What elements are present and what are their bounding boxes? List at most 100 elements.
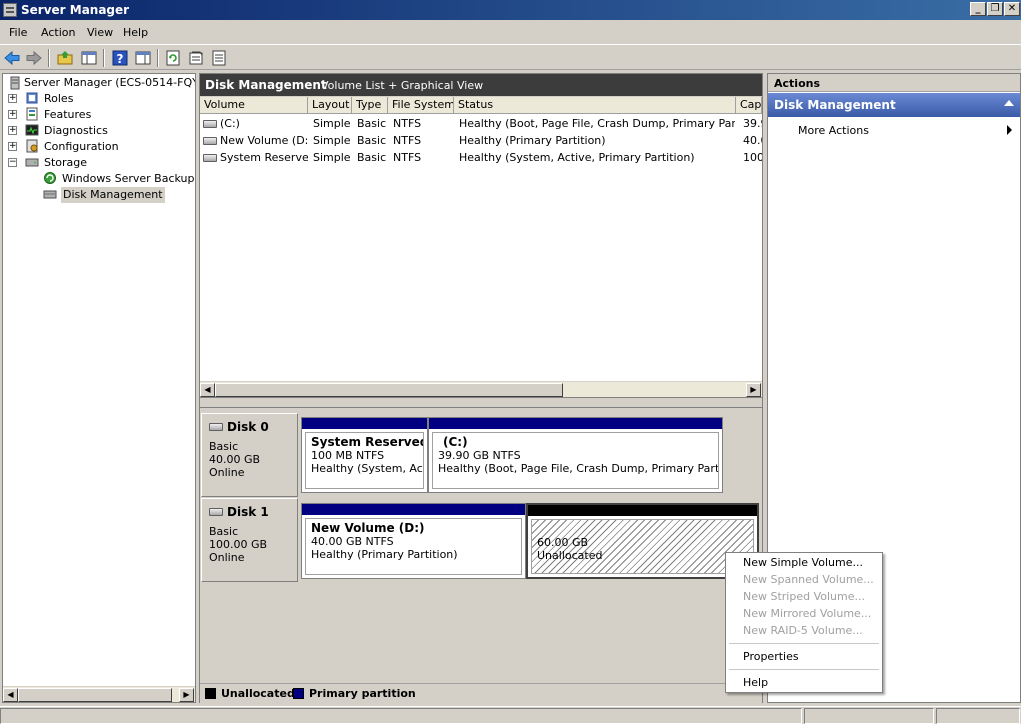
column-header-status[interactable]: Status <box>454 97 736 114</box>
disk-type: Basic <box>209 440 239 453</box>
disk-size: 100.00 GB <box>209 538 268 551</box>
scroll-thumb[interactable] <box>18 688 172 702</box>
graphical-disk-view: Disk 0 Basic 40.00 GB Online System Rese… <box>200 407 762 683</box>
tree-item-configuration[interactable]: Configuration <box>44 139 119 155</box>
properties-icon[interactable] <box>187 49 205 67</box>
scroll-thumb[interactable] <box>215 383 563 397</box>
column-header-file-system[interactable]: File System <box>388 97 454 114</box>
partition-status: Healthy (Primary Partition) <box>311 548 458 561</box>
volume-name: System Reserved <box>220 151 308 164</box>
tree-item-storage[interactable]: Storage <box>44 155 87 171</box>
disk-state: Online <box>209 551 245 564</box>
volume-list: Volume Layout Type File System Status Ca… <box>200 97 762 398</box>
menu-item-new-raid5-volume: New RAID-5 Volume... <box>743 624 863 637</box>
legend-label-unallocated: Unallocated <box>221 687 295 700</box>
restore-button[interactable]: ❐ <box>987 2 1003 16</box>
partition-status: Healthy (Boot, Page File, Crash Dump, Pr… <box>438 462 719 475</box>
expand-configuration-toggle[interactable]: + <box>8 142 17 151</box>
disk-1-header[interactable]: Disk 1 Basic 100.00 GB Online <box>201 498 298 582</box>
drive-icon <box>203 120 217 128</box>
tree-item-disk-management[interactable]: Disk Management <box>61 187 165 203</box>
scroll-right-arrow-icon[interactable]: ▶ <box>179 688 194 702</box>
submenu-arrow-icon <box>1007 125 1012 135</box>
disk-name: Disk 0 <box>227 420 269 434</box>
volume-status: Healthy (System, Active, Primary Partiti… <box>459 151 695 164</box>
unallocated-bar <box>528 505 757 516</box>
volume-type: Basic <box>357 151 387 164</box>
disk-icon <box>209 508 223 516</box>
tree-root-server-manager[interactable]: Server Manager (ECS-0514-FQY-00 <box>24 75 195 91</box>
collapse-up-icon[interactable] <box>1004 100 1014 106</box>
show-hide-tree-icon[interactable] <box>80 49 98 67</box>
back-icon[interactable] <box>3 49 21 67</box>
scroll-left-arrow-icon[interactable]: ◀ <box>200 383 215 397</box>
menu-help[interactable]: Help <box>123 26 148 39</box>
partition-name: (C:) <box>443 435 468 449</box>
tree-item-features[interactable]: Features <box>44 107 91 123</box>
expand-roles-toggle[interactable]: + <box>8 94 17 103</box>
tree-item-diagnostics[interactable]: Diagnostics <box>44 123 108 139</box>
partition-status: Healthy (System, Active <box>311 462 423 475</box>
tree-item-roles[interactable]: Roles <box>44 91 73 107</box>
collapse-storage-toggle[interactable]: − <box>8 158 17 167</box>
toolbar: ? <box>0 44 1021 70</box>
scroll-right-arrow-icon[interactable]: ▶ <box>746 383 761 397</box>
expand-diagnostics-toggle[interactable]: + <box>8 126 17 135</box>
partition-c[interactable]: (C:) 39.90 GB NTFS Healthy (Boot, Page F… <box>428 417 723 493</box>
partition-d[interactable]: New Volume (D:) 40.00 GB NTFS Healthy (P… <box>301 503 526 579</box>
column-header-capacity[interactable]: Cap <box>736 97 762 114</box>
partition-system-reserved[interactable]: System Reserved 100 MB NTFS Healthy (Sys… <box>301 417 428 493</box>
volume-status: Healthy (Primary Partition) <box>459 134 606 147</box>
status-segment-3 <box>936 708 1020 724</box>
drive-icon <box>203 137 217 145</box>
column-header-layout[interactable]: Layout <box>308 97 352 114</box>
help-icon[interactable]: ? <box>111 49 129 67</box>
navigation-tree: Server Manager (ECS-0514-FQY-00 + Roles … <box>2 73 196 703</box>
minimize-button[interactable]: _ <box>970 2 986 16</box>
refresh-icon[interactable] <box>164 49 182 67</box>
diagnostics-icon <box>25 124 39 136</box>
tree-horizontal-scrollbar[interactable]: ◀ ▶ <box>3 686 195 702</box>
volume-name: (C:) <box>220 117 240 130</box>
forward-icon[interactable] <box>25 49 43 67</box>
volume-capacity: 39.9 <box>743 117 762 130</box>
actions-header: Actions <box>768 74 1020 92</box>
window-title: Server Manager <box>21 3 130 17</box>
legend-label-primary: Primary partition <box>309 687 416 700</box>
pane-title: Disk Management <box>205 78 327 92</box>
partition-name: System Reserved <box>311 435 424 449</box>
expand-features-toggle[interactable]: + <box>8 110 17 119</box>
more-actions-item[interactable]: More Actions <box>798 124 869 137</box>
volume-file-system: NTFS <box>393 151 422 164</box>
menu-separator <box>729 669 879 670</box>
volume-layout: Simple <box>313 151 351 164</box>
volume-list-horizontal-scrollbar[interactable]: ◀ ▶ <box>200 381 762 397</box>
column-header-type[interactable]: Type <box>352 97 388 114</box>
up-folder-icon[interactable] <box>56 49 74 67</box>
close-button[interactable]: ✕ <box>1004 2 1020 16</box>
column-header-volume[interactable]: Volume <box>200 97 308 114</box>
menu-action[interactable]: Action <box>41 26 75 39</box>
menu-item-help[interactable]: Help <box>743 676 768 689</box>
partition-size: 100 MB NTFS <box>311 449 385 462</box>
export-icon[interactable] <box>210 49 228 67</box>
show-hide-action-pane-icon[interactable] <box>134 49 152 67</box>
legend-swatch-primary <box>293 688 304 699</box>
menu-item-properties[interactable]: Properties <box>743 650 799 663</box>
menu-view[interactable]: View <box>87 26 113 39</box>
legend-swatch-unallocated <box>205 688 216 699</box>
volume-name: New Volume (D:) <box>220 134 308 147</box>
partition-name: New Volume (D:) <box>311 521 425 535</box>
server-manager-app-icon <box>3 3 17 17</box>
menu-item-new-simple-volume[interactable]: New Simple Volume... <box>743 556 863 569</box>
tree-item-windows-server-backup[interactable]: Windows Server Backup <box>62 171 195 187</box>
disk-0-header[interactable]: Disk 0 Basic 40.00 GB Online <box>201 413 298 497</box>
scroll-left-arrow-icon[interactable]: ◀ <box>3 688 18 702</box>
storage-icon <box>25 158 39 167</box>
volume-layout: Simple <box>313 134 351 147</box>
legend: Unallocated Primary partition <box>200 683 762 703</box>
volume-type: Basic <box>357 134 387 147</box>
volume-capacity: 40.0 <box>743 134 762 147</box>
actions-section-disk-management[interactable]: Disk Management <box>768 93 1020 117</box>
menu-file[interactable]: File <box>9 26 27 39</box>
